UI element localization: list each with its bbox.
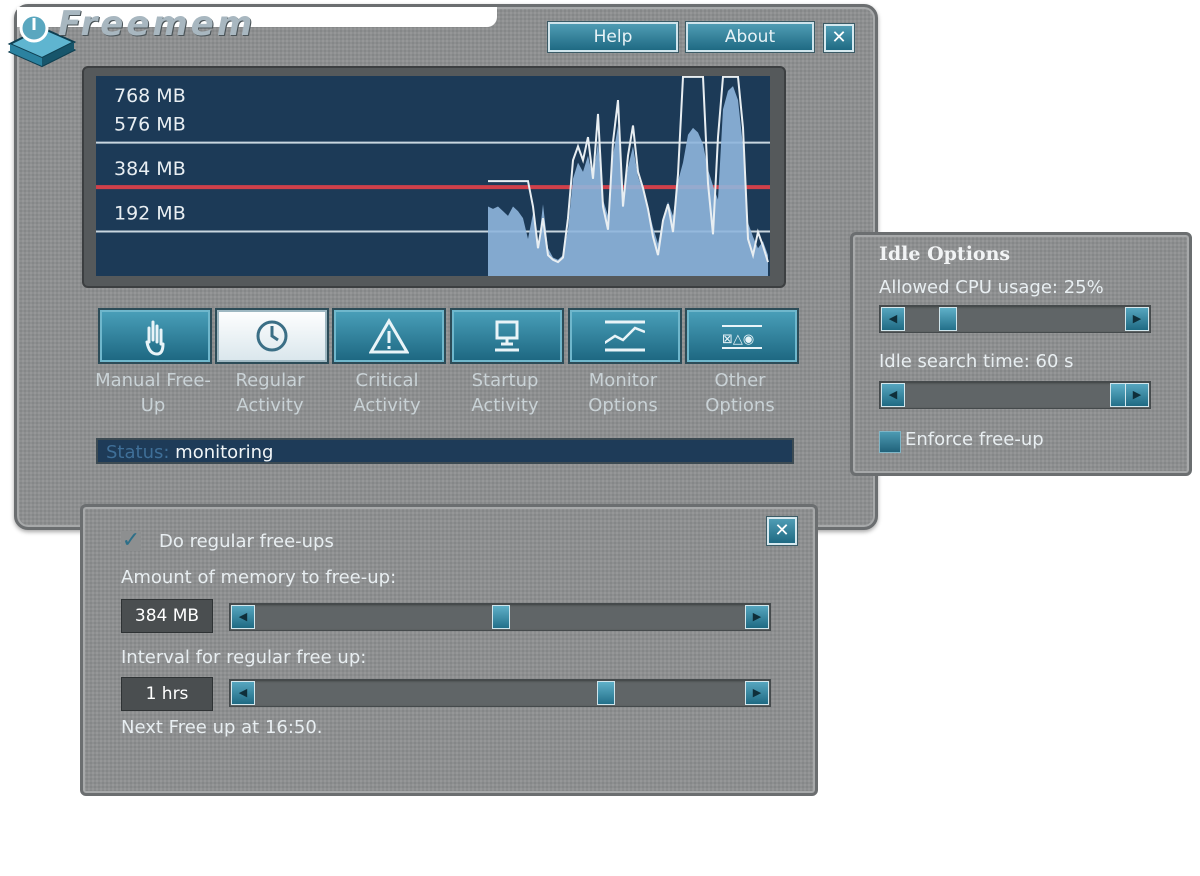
app-title: Freemem — [58, 4, 256, 44]
status-value: monitoring — [175, 442, 274, 463]
idle-options-panel: Idle Options Allowed CPU usage: 25% ◀ ▶ … — [850, 232, 1192, 476]
cpu-usage-label: Allowed CPU usage: 25% — [879, 277, 1104, 298]
graph-icon — [605, 320, 645, 352]
hand-icon — [145, 320, 165, 356]
action-label: Monitor Options — [588, 370, 658, 416]
interval-slider-thumb[interactable] — [596, 681, 615, 705]
amount-slider-thumb[interactable] — [492, 605, 510, 629]
about-button[interactable]: About — [686, 22, 814, 52]
memory-chart: 768 MB 576 MB 384 MB 192 MB — [96, 76, 770, 276]
action-button-graph[interactable] — [568, 308, 682, 364]
y-tick-label: 192 MB — [114, 203, 186, 225]
status-key: Status: — [106, 442, 170, 463]
interval-value: 1 hrs — [121, 677, 213, 711]
cpu-slider-thumb[interactable] — [939, 307, 958, 331]
next-free-up-label: Next Free up at 16:50. — [121, 717, 323, 738]
idle-search-slider[interactable]: ◀ ▶ — [879, 381, 1151, 409]
action-button-clock[interactable] — [215, 308, 329, 364]
action-button-computer[interactable] — [450, 308, 564, 364]
warning-icon — [369, 318, 409, 354]
amount-slider[interactable]: ◀ ▶ — [229, 603, 771, 631]
do-regular-free-ups-checkbox[interactable]: ✓ — [121, 530, 141, 552]
memory-chart-frame: 768 MB 576 MB 384 MB 192 MB — [82, 66, 786, 288]
search-left-arrow-button[interactable]: ◀ — [881, 383, 905, 407]
action-label: Startup Activity — [471, 370, 539, 416]
amount-label: Amount of memory to free-up: — [121, 567, 397, 588]
y-tick-label: 384 MB — [114, 158, 186, 180]
svg-text:⊠△◉: ⊠△◉ — [722, 332, 754, 347]
help-button[interactable]: Help — [548, 22, 678, 52]
action-label: Other Options — [705, 370, 775, 416]
action-label: Manual Free-Up — [95, 370, 211, 416]
action-button-options[interactable]: ⊠△◉ — [685, 308, 799, 364]
interval-left-arrow-button[interactable]: ◀ — [231, 681, 255, 705]
action-button-warning[interactable] — [332, 308, 446, 364]
idle-options-title: Idle Options — [879, 243, 1011, 265]
clock-icon — [256, 320, 288, 352]
amount-left-arrow-button[interactable]: ◀ — [231, 605, 255, 629]
regular-activity-panel: ✕ ✓ Do regular free-ups Amount of memory… — [80, 504, 818, 796]
interval-label: Interval for regular free up: — [121, 647, 367, 668]
y-tick-label: 576 MB — [114, 114, 186, 136]
action-label: Critical Activity — [353, 370, 421, 416]
options-icon: ⊠△◉ — [722, 325, 762, 349]
amount-right-arrow-button[interactable]: ▶ — [745, 605, 769, 629]
interval-slider[interactable]: ◀ ▶ — [229, 679, 771, 707]
close-panel-button[interactable]: ✕ — [767, 517, 797, 545]
enforce-free-up-checkbox[interactable] — [879, 431, 901, 453]
action-button-hand[interactable] — [98, 308, 212, 364]
action-label: Regular Activity — [235, 370, 305, 416]
enforce-free-up-label: Enforce free-up — [905, 429, 1044, 450]
cpu-right-arrow-button[interactable]: ▶ — [1125, 307, 1149, 331]
y-tick-label: 768 MB — [114, 85, 186, 107]
amount-value: 384 MB — [121, 599, 213, 633]
cpu-usage-slider[interactable]: ◀ ▶ — [879, 305, 1151, 333]
memory-usage-area — [488, 86, 768, 276]
interval-right-arrow-button[interactable]: ▶ — [745, 681, 769, 705]
idle-search-label: Idle search time: 60 s — [879, 351, 1074, 372]
close-main-button[interactable]: ✕ — [824, 24, 854, 52]
do-regular-free-ups-label: Do regular free-ups — [159, 531, 334, 552]
status-bar: Status: monitoring — [96, 438, 794, 464]
cpu-left-arrow-button[interactable]: ◀ — [881, 307, 905, 331]
computer-icon — [495, 320, 519, 352]
search-right-arrow-button[interactable]: ▶ — [1125, 383, 1149, 407]
